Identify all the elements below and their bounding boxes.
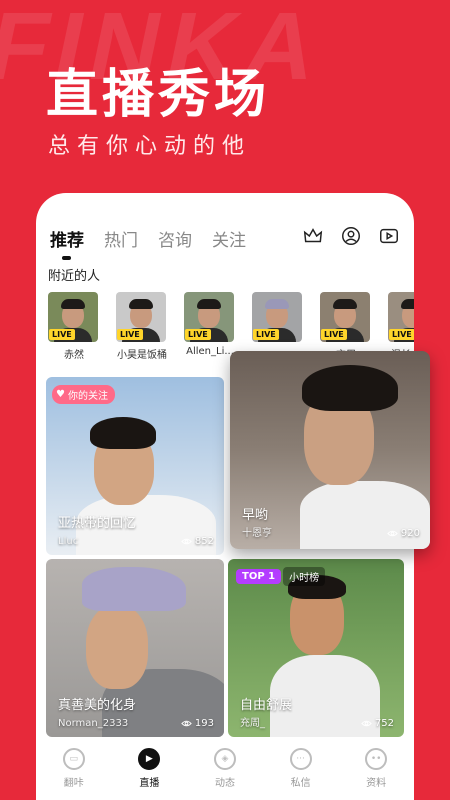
live-card-title: 早哟 [242,508,269,523]
nav-moments[interactable]: ◈ 动态 [187,738,263,800]
eye-icon [387,530,398,537]
live-card-user: 充周_ [240,718,265,729]
nearby-person[interactable]: LIVE 赤然 [48,292,100,361]
live-card[interactable]: TOP 1 小时榜 自由舒展 充周_ 752 [228,559,404,737]
nearby-name: 小昊是饭桶 [117,350,167,361]
face-icon: •• [365,748,388,770]
nearby-title: 附近的人 [48,269,101,284]
live-badge: LIVE [49,329,75,340]
tab-consult[interactable]: 咨询 [158,226,192,251]
live-card-user: 十恩亨 [242,528,272,539]
live-badge: LIVE [253,329,279,340]
following-tag: ♥ 你的关注 [52,385,115,404]
live-card-views: 920 [387,528,420,539]
top-badge: TOP 1 [236,569,282,584]
eye-icon [361,720,372,727]
live-badge: LIVE [117,329,143,340]
tab-following[interactable]: 关注 [212,226,246,251]
cards-icon: ▭ [62,748,85,770]
heart-icon: ♥ [56,389,65,400]
profile-circle-icon[interactable] [340,225,362,247]
avatar: LIVE [252,292,302,342]
live-badge: LIVE [185,329,211,340]
nearby-name: Allen_Li... [186,346,234,357]
live-card-title: 亚热带的回忆 [58,516,137,531]
nearby-list: LIVE 赤然 LIVE 小昊是饭桶 LIVE Allen_Li... LIVE… [48,292,414,361]
live-card-views: 752 [361,718,394,729]
tab-hot[interactable]: 热门 [104,226,138,251]
live-card-user: Lluc [58,536,79,547]
avatar: LIVE [320,292,370,342]
nearby-person[interactable]: LIVE Allen_Li... [184,292,236,357]
eye-icon [181,538,192,545]
avatar: LIVE [116,292,166,342]
tab-recommend[interactable]: 推荐 [50,226,84,260]
nav-messages[interactable]: ··· 私信 [263,738,339,800]
hourly-rank-label: 小时榜 [283,567,326,586]
chat-icon: ··· [289,748,312,770]
nav-live[interactable]: ▶ 直播 [112,738,188,800]
compass-icon: ◈ [213,748,236,770]
nearby-name: 赤然 [64,350,84,361]
nav-fanka[interactable]: ▭ 翻咔 [36,738,112,800]
live-card-views: 193 [181,718,214,729]
nearby-person[interactable]: LIVE 小昊是饭桶 [116,292,168,361]
nearby-person[interactable]: LIVE ... [252,292,304,357]
feed-tabs: 推荐 热门 咨询 关注 [50,223,400,260]
live-badge: LIVE [389,329,414,340]
avatar: LIVE [48,292,98,342]
bottom-nav: ▭ 翻咔 ▶ 直播 ◈ 动态 ··· 私信 •• 资料 [36,738,414,800]
nav-profile[interactable]: •• 资料 [338,738,414,800]
live-card-title: 真善美的化身 [58,698,137,713]
hero-subtitle: 总有你心动的他 [48,134,252,159]
live-card-views: 852 [181,536,214,547]
eye-icon [181,720,192,727]
live-card-title: 自由舒展 [240,698,293,713]
avatar: LIVE [388,292,414,342]
crown-icon[interactable] [302,225,324,247]
ranking-tag: TOP 1 小时榜 [236,567,326,586]
live-badge: LIVE [321,329,347,340]
play-icon: ▶ [138,748,161,770]
avatar: LIVE [184,292,234,342]
hero-title: 直播秀场 [46,65,271,125]
live-card[interactable]: 真善美的化身 Norman_2333 193 [46,559,224,737]
video-play-icon[interactable] [378,225,400,247]
live-card-user: Norman_2333 [58,718,129,729]
live-card-featured[interactable]: 早哟 十恩亨 920 [230,351,430,549]
live-card[interactable]: ♥ 你的关注 亚热带的回忆 Lluc 852 [46,377,224,555]
